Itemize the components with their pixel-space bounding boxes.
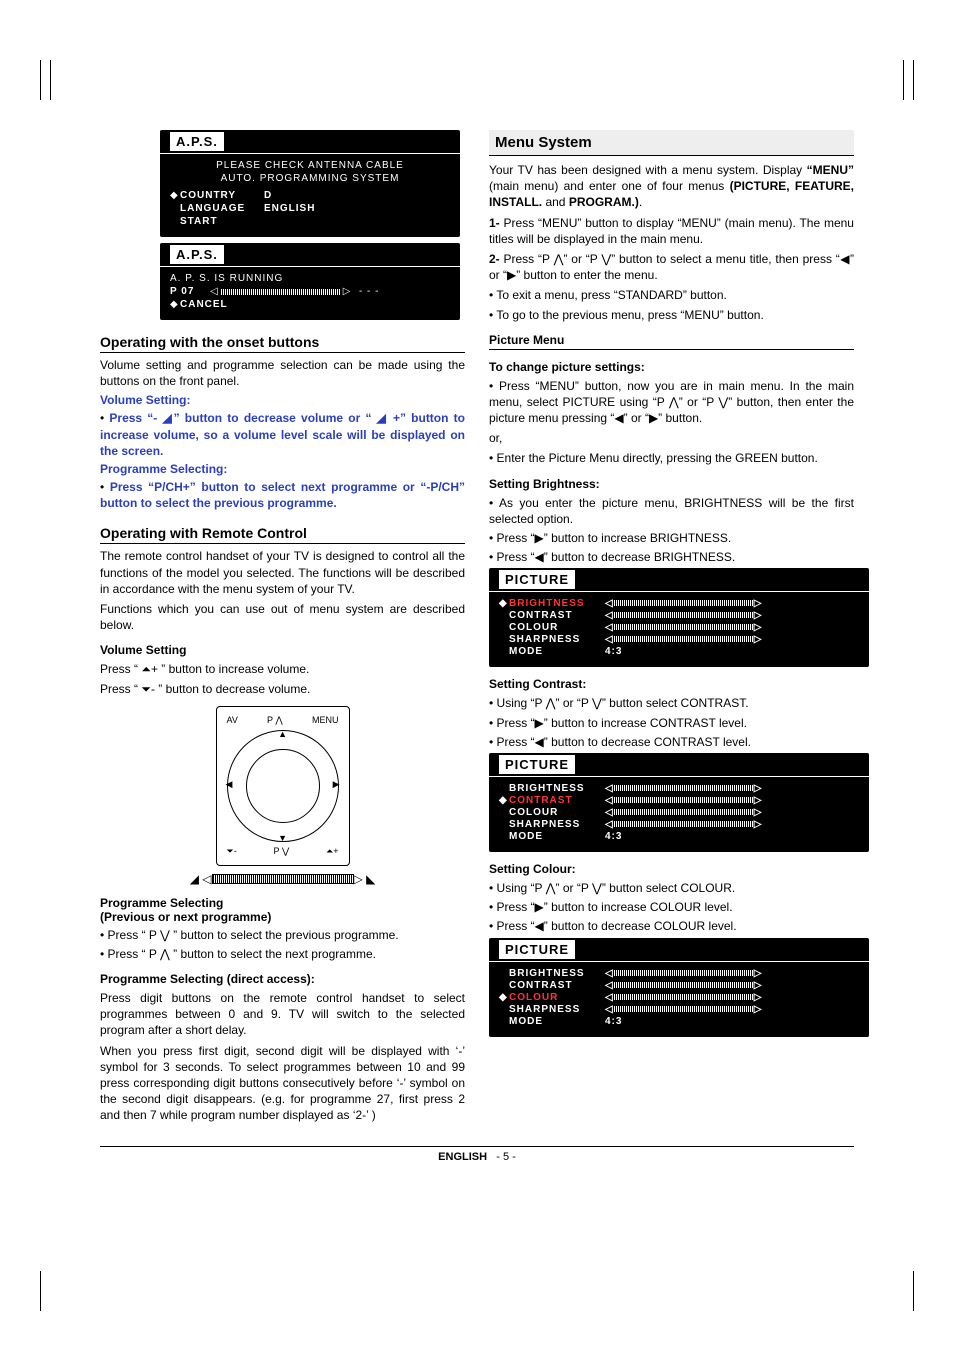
remote-up: P ⋀ [267,715,283,726]
osd-picture-brightness: PICTURE ◆BRIGHTNESS◁▷ CONTRAST◁▷ COLOUR◁… [489,568,869,667]
vol-slider [212,874,354,884]
prog-sel-body: Press “P/CH+” button to select next prog… [100,480,465,510]
aps1-country-val: D [264,190,450,201]
osd-pic-title-2: PICTURE [499,755,575,774]
contrast-b1: Using “P ⋀” or “P ⋁” button select CONTR… [489,695,854,711]
aps2-progress: ◁▷ - - - [210,286,380,297]
osd-pic-title-1: PICTURE [499,570,575,589]
aps2-cancel: CANCEL [180,299,264,310]
remote-av: AV [227,715,238,726]
prog3-p2: When you press first digit, second digit… [100,1043,465,1124]
aps1-lang-val: ENGLISH [264,203,450,214]
colour-b1: Using “P ⋀” or “P ⋁” button select COLOU… [489,880,854,896]
heading-onset: Operating with the onset buttons [100,334,465,353]
osd-picture-contrast: PICTURE BRIGHTNESS◁▷ ◆CONTRAST◁▷ COLOUR◁… [489,753,869,852]
aps-panel-1: A.P.S. PLEASE CHECK ANTENNA CABLE AUTO. … [160,130,460,237]
colour-h: Setting Colour: [489,862,854,876]
aps1-title: A.P.S. [170,132,224,151]
bright-b1: As you enter the picture menu, BRIGHTNES… [489,495,854,527]
aps-panel-2: A.P.S. A. P. S. IS RUNNING P 07 ◁▷ - - -… [160,243,460,320]
prog2-b1: Press “ P ⋁ ” button to select the previ… [100,927,465,943]
menu-li4: To go to the previous menu, press “MENU”… [489,307,854,323]
aps1-line2: AUTO. PROGRAMMING SYSTEM [170,173,450,184]
vol-setting-head: Volume Setting: [100,393,465,407]
remote-p1: The remote control handset of your TV is… [100,548,465,597]
menu-li2: 2- Press “P ⋀” or “P ⋁” button to select… [489,251,854,283]
aps2-prog: P 07 [170,286,210,297]
menu-p1: Your TV has been designed with a menu sy… [489,162,854,211]
onset-intro: Volume setting and programme selection c… [100,357,465,389]
prog3-h: Programme Selecting (direct access): [100,972,465,986]
vol2-inc: Press “ ⏶+ ” button to increase volume. [100,661,465,677]
colour-b2: Press “▶” button to increase COLOUR leve… [489,899,854,915]
prog2-b2: Press “ P ⋀ ” button to select the next … [100,946,465,962]
aps1-lang-label: LANGUAGE [180,203,264,214]
footer-page: - 5 - [496,1151,516,1163]
remote-right: ⏶+ [326,846,338,857]
aps1-start-label: START [180,216,264,227]
vol-left-icon: ◢ [190,872,199,886]
contrast-h: Setting Contrast: [489,677,854,691]
aps2-title: A.P.S. [170,245,224,264]
vol2-head: Volume Setting [100,643,465,657]
osd-pic-title-3: PICTURE [499,940,575,959]
page-footer: ENGLISH - 5 - [100,1146,854,1163]
bright-h: Setting Brightness: [489,477,854,491]
menu-li3: To exit a menu, press “STANDARD” button. [489,287,854,303]
contrast-b2: Press “▶” button to increase CONTRAST le… [489,715,854,731]
bright-b2: Press “▶” button to increase BRIGHTNESS. [489,530,854,546]
contrast-b3: Press “◀” button to decrease CONTRAST le… [489,734,854,750]
menu-li1: 1- Press “MENU” button to display “MENU”… [489,215,854,247]
change-h: To change picture settings: [489,360,854,374]
heading-menu-system: Menu System [489,130,854,156]
change-or: or, [489,430,854,446]
remote-left: ⏷- [227,846,237,857]
prog2-h1: Programme Selecting [100,896,465,910]
change-b2: Enter the Picture Menu directly, pressin… [489,450,854,466]
colour-b3: Press “◀” button to decrease COLOUR leve… [489,918,854,934]
pic-menu-h: Picture Menu [489,333,854,350]
vol-right-icon: ◣ [366,872,375,886]
prog3-p1: Press digit buttons on the remote contro… [100,990,465,1039]
remote-down: P ⋁ [274,846,290,857]
heading-remote: Operating with Remote Control [100,525,465,544]
remote-p2: Functions which you can use out of menu … [100,601,465,633]
prog2-h2: (Previous or next programme) [100,910,465,924]
remote-menu: MENU [312,715,339,726]
footer-lang: ENGLISH [438,1151,487,1163]
aps1-line1: PLEASE CHECK ANTENNA CABLE [170,160,450,171]
aps1-country-label: COUNTRY [180,190,264,201]
aps2-line1: A. P. S. IS RUNNING [170,273,450,284]
bright-b3: Press “◀” button to decrease BRIGHTNESS. [489,549,854,565]
vol2-dec: Press “ ⏷- ” button to decrease volume. [100,681,465,697]
remote-diagram: AV P ⋀ MENU ▲ ▼ ◀ ▶ ⏷- P ⋁ ⏶+ [100,706,465,886]
vol-setting-body: Press “- ◢” button to decrease volume or… [100,411,465,457]
osd-picture-colour: PICTURE BRIGHTNESS◁▷ CONTRAST◁▷ ◆COLOUR◁… [489,938,869,1037]
change-b1: Press “MENU” button, now you are in main… [489,378,854,427]
prog-sel-head: Programme Selecting: [100,462,465,476]
